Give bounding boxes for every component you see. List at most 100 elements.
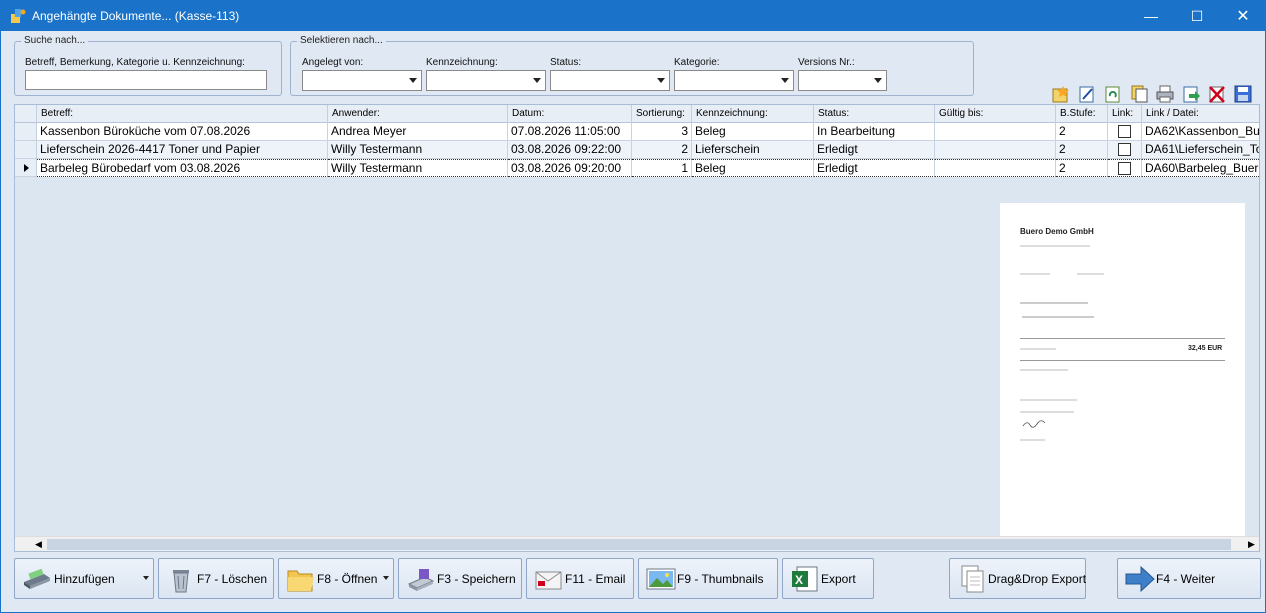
row-header[interactable] xyxy=(15,141,37,159)
open-button[interactable]: F8 - Öffnen xyxy=(278,558,394,599)
table-row[interactable]: Barbeleg Bürobedarf vom 03.08.2026 Willy… xyxy=(15,159,1259,177)
cell-sortierung[interactable]: 2 xyxy=(632,141,692,159)
cell-datei[interactable]: DA61\Lieferschein_To xyxy=(1142,141,1259,159)
refresh-document-icon[interactable] xyxy=(1103,85,1123,103)
save-button[interactable]: F3 - Speichern xyxy=(398,558,522,599)
thumbnails-button[interactable]: F9 - Thumbnails xyxy=(638,558,778,599)
email-label: F11 - Email xyxy=(565,572,626,586)
add-label: Hinzufügen xyxy=(54,572,115,586)
dragdrop-export-label: Drag&Drop Export xyxy=(988,572,1087,586)
new-document-icon[interactable] xyxy=(1051,85,1071,103)
cell-kennzeichnung[interactable]: Lieferschein xyxy=(692,141,814,159)
add-button[interactable]: Hinzufügen xyxy=(14,558,154,599)
cell-sortierung[interactable]: 3 xyxy=(632,123,692,141)
filter-kategorie-select[interactable] xyxy=(674,70,794,91)
preview-rule xyxy=(1020,360,1225,361)
column-header-sortierung[interactable]: Sortierung: xyxy=(632,105,692,123)
cell-anwender[interactable]: Willy Testermann xyxy=(328,141,508,159)
cell-datum[interactable]: 03.08.2026 09:20:00 xyxy=(508,159,632,177)
cell-link xyxy=(1108,141,1142,159)
filter-kennzeichnung-select[interactable] xyxy=(426,70,546,91)
filter-group: Selektieren nach... Angelegt von: Kennze… xyxy=(290,35,974,96)
column-header-status[interactable]: Status: xyxy=(814,105,935,123)
cell-sortierung[interactable]: 1 xyxy=(632,159,692,177)
export-document-icon[interactable] xyxy=(1181,85,1201,103)
cell-bstufe[interactable]: 2 xyxy=(1056,123,1108,141)
search-legend: Suche nach... xyxy=(21,35,89,46)
cell-bstufe[interactable]: 2 xyxy=(1056,141,1108,159)
scroll-thumb[interactable] xyxy=(47,539,1231,550)
cell-datei[interactable]: DA62\Kassenbon_Bu xyxy=(1142,123,1259,141)
filter-version-select[interactable] xyxy=(798,70,887,91)
copy-icon[interactable] xyxy=(1129,85,1149,103)
envelope-icon xyxy=(535,571,562,590)
save-icon[interactable] xyxy=(1233,85,1253,103)
cell-anwender[interactable]: Willy Testermann xyxy=(328,159,508,177)
cell-status[interactable]: In Bearbeitung xyxy=(814,123,935,141)
cell-betreff[interactable]: Lieferschein 2026-4417 Toner und Papier xyxy=(37,141,328,159)
arrow-right-icon xyxy=(1125,565,1155,593)
minimize-button[interactable]: — xyxy=(1128,1,1174,31)
cell-gueltig[interactable] xyxy=(935,123,1056,141)
export-button[interactable]: X Export xyxy=(782,558,874,599)
svg-text:X: X xyxy=(795,573,803,587)
cell-status[interactable]: Erledigt xyxy=(814,159,935,177)
filter-label-status: Status: xyxy=(550,57,582,68)
cell-gueltig[interactable] xyxy=(935,141,1056,159)
table-row[interactable]: Kassenbon Büroküche vom 07.08.2026 Andre… xyxy=(15,123,1259,141)
edit-icon[interactable] xyxy=(1077,85,1097,103)
filter-angelegt-select[interactable] xyxy=(302,70,422,91)
document-preview[interactable]: Buero Demo GmbH 32,45 EUR xyxy=(1000,203,1245,536)
filter-legend: Selektieren nach... xyxy=(297,35,386,46)
email-button[interactable]: F11 - Email xyxy=(526,558,634,599)
scroll-right-button[interactable]: ▶ xyxy=(1243,537,1259,551)
column-header-datum[interactable]: Datum: xyxy=(508,105,632,123)
cell-datum[interactable]: 07.08.2026 11:05:00 xyxy=(508,123,632,141)
column-header-link[interactable]: Link: xyxy=(1108,105,1142,123)
cell-kennzeichnung[interactable]: Beleg xyxy=(692,159,814,177)
cell-anwender[interactable]: Andrea Meyer xyxy=(328,123,508,141)
cell-betreff[interactable]: Barbeleg Bürobedarf vom 03.08.2026 xyxy=(37,159,328,177)
preview-line xyxy=(1020,302,1088,304)
horizontal-scrollbar[interactable]: ◀ ▶ xyxy=(15,536,1259,551)
cell-datei[interactable]: DA60\Barbeleg_Buer xyxy=(1142,159,1259,177)
link-checkbox[interactable] xyxy=(1118,162,1131,175)
link-checkbox[interactable] xyxy=(1118,125,1131,138)
cell-bstufe[interactable]: 2 xyxy=(1056,159,1108,177)
cell-datum[interactable]: 03.08.2026 09:22:00 xyxy=(508,141,632,159)
filter-label-angelegt: Angelegt von: xyxy=(302,57,364,68)
column-header-betreff[interactable]: Betreff: xyxy=(37,105,328,123)
row-header[interactable] xyxy=(15,159,37,177)
signature-icon xyxy=(1022,420,1046,428)
cell-gueltig[interactable] xyxy=(935,159,1056,177)
column-header-kennzeichnung[interactable]: Kennzeichnung: xyxy=(692,105,814,123)
row-header[interactable] xyxy=(15,123,37,141)
column-header-datei[interactable]: Link / Datei: xyxy=(1142,105,1259,123)
filter-status-select[interactable] xyxy=(550,70,670,91)
column-header-anwender[interactable]: Anwender: xyxy=(328,105,508,123)
export-label: Export xyxy=(821,572,856,586)
cell-kennzeichnung[interactable]: Beleg xyxy=(692,123,814,141)
column-header-bstufe[interactable]: B.Stufe: xyxy=(1056,105,1108,123)
next-button[interactable]: F4 - Weiter xyxy=(1117,558,1261,599)
header-corner xyxy=(15,105,37,123)
link-checkbox[interactable] xyxy=(1118,143,1131,156)
scroll-left-button[interactable]: ◀ xyxy=(30,537,47,551)
trash-icon xyxy=(173,570,189,593)
delete-button[interactable]: F7 - Löschen xyxy=(158,558,274,599)
maximize-button[interactable]: ☐ xyxy=(1174,1,1220,31)
preview-line xyxy=(1020,245,1090,247)
cell-status[interactable]: Erledigt xyxy=(814,141,935,159)
title-bar: Angehängte Dokumente... (Kasse-113) — ☐ … xyxy=(1,1,1265,31)
preview-line xyxy=(1020,348,1056,350)
filter-label-version: Versions Nr.: xyxy=(798,57,855,68)
delete-icon[interactable] xyxy=(1207,85,1227,103)
column-header-gueltig[interactable]: Gültig bis: xyxy=(935,105,1056,123)
search-input[interactable] xyxy=(25,70,267,90)
print-icon[interactable] xyxy=(1155,85,1175,103)
close-button[interactable]: ✕ xyxy=(1220,1,1266,31)
table-row[interactable]: Lieferschein 2026-4417 Toner und Papier … xyxy=(15,141,1259,159)
window-title: Angehängte Dokumente... (Kasse-113) xyxy=(32,9,240,23)
dragdrop-export-button[interactable]: Drag&Drop Export xyxy=(949,558,1086,599)
cell-betreff[interactable]: Kassenbon Büroküche vom 07.08.2026 xyxy=(37,123,328,141)
